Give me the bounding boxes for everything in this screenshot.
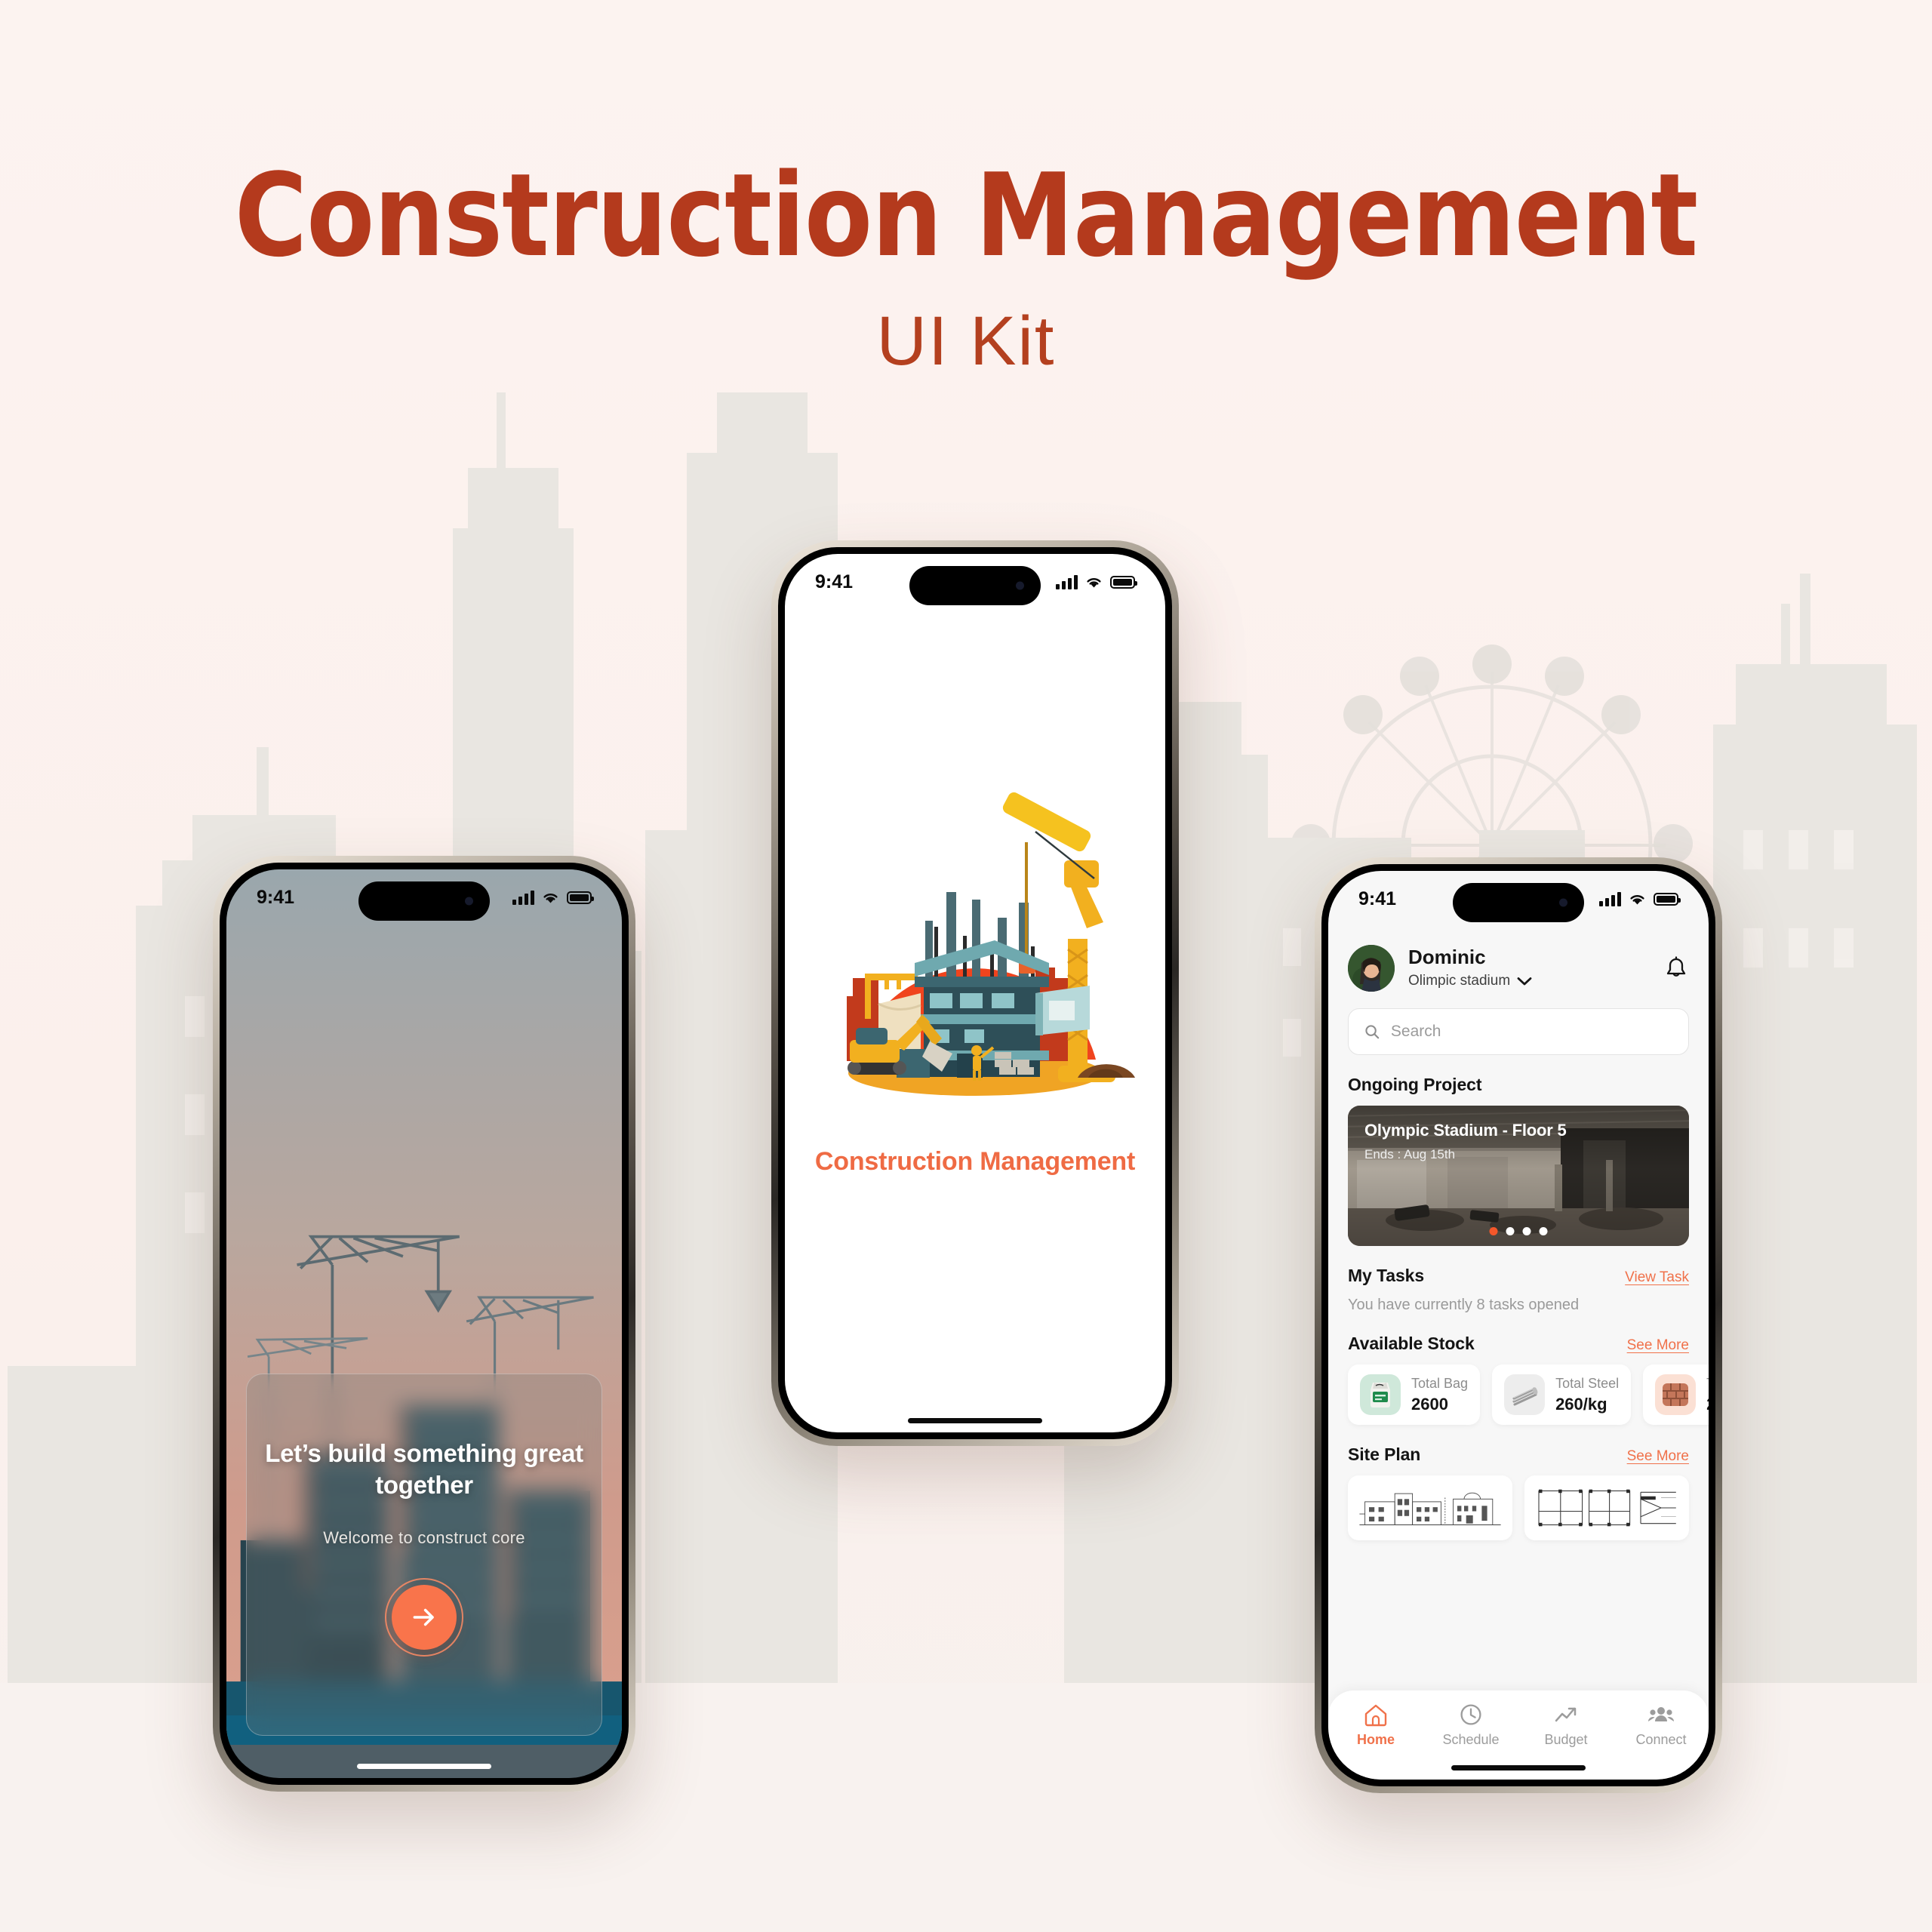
carousel-dot[interactable]: [1522, 1227, 1531, 1235]
home-indicator: [1451, 1765, 1586, 1770]
ongoing-project-header: Ongoing Project: [1348, 1075, 1689, 1095]
carousel-dots: [1489, 1227, 1548, 1235]
phone-onboarding: 9:41 Let’s build something great togethe…: [213, 856, 635, 1792]
home-screen: 9:41 Dominic Olimpic stadium Search Ongo…: [1328, 871, 1709, 1780]
elevation-blueprint-thumbnail: [1359, 1492, 1501, 1525]
user-header: Dominic Olimpic stadium: [1348, 936, 1689, 1007]
dynamic-island: [358, 881, 490, 921]
dynamic-island: [1453, 883, 1584, 922]
stock-card[interactable]: Total Bag 2600: [1348, 1364, 1481, 1425]
status-time: 9:41: [815, 571, 854, 592]
bell-icon: [1666, 956, 1686, 977]
avatar[interactable]: [1348, 945, 1395, 992]
cement-bag-icon: [1360, 1374, 1401, 1415]
tab-label: Home: [1356, 1732, 1395, 1747]
ongoing-project-title: Ongoing Project: [1348, 1075, 1482, 1094]
search-input[interactable]: [1390, 1023, 1673, 1041]
my-tasks-header: My Tasks View Task: [1348, 1266, 1689, 1286]
page-title: Construction Management: [234, 149, 1698, 282]
project-card-title: Olympic Stadium - Floor 5: [1364, 1121, 1567, 1140]
tab-connect[interactable]: Connect: [1614, 1703, 1709, 1748]
phone-home: 9:41 Dominic Olimpic stadium Search Ongo…: [1315, 857, 1722, 1793]
stock-label: Total Bag: [1411, 1376, 1469, 1392]
status-time: 9:41: [257, 886, 295, 908]
tab-schedule[interactable]: Schedule: [1423, 1703, 1518, 1748]
home-indicator: [908, 1418, 1042, 1423]
tab-home[interactable]: Home: [1328, 1703, 1423, 1748]
phone-splash: 9:41 Construction Management: [771, 540, 1179, 1446]
stock-label: Total Steel: [1555, 1376, 1620, 1392]
status-time: 9:41: [1358, 888, 1397, 909]
ongoing-project-card[interactable]: Olympic Stadium - Floor 5 Ends : Aug 15t…: [1348, 1106, 1689, 1246]
stock-value: 2600: [1411, 1394, 1448, 1414]
onboarding-subtitle: Welcome to construct core: [323, 1528, 525, 1548]
cellular-bars-icon: [1056, 574, 1078, 589]
site-plan-list: [1348, 1475, 1689, 1540]
onboarding-title: Let’s build something great together: [265, 1439, 583, 1500]
cellular-bars-icon: [512, 890, 534, 905]
battery-full-icon: [567, 891, 594, 904]
site-plan-title: Site Plan: [1348, 1444, 1421, 1464]
battery-full-icon: [1654, 892, 1681, 906]
battery-full-icon: [1110, 575, 1137, 589]
carousel-dot[interactable]: [1506, 1227, 1515, 1235]
site-plan-item[interactable]: [1348, 1475, 1512, 1540]
tab-label: Schedule: [1442, 1732, 1500, 1747]
available-stock-header: Available Stock See More: [1348, 1334, 1689, 1354]
view-task-link[interactable]: View Task: [1625, 1269, 1689, 1286]
wifi-icon: [1630, 894, 1644, 904]
carousel-dot[interactable]: [1489, 1227, 1498, 1235]
home-icon: [1364, 1704, 1387, 1727]
people-icon: [1648, 1707, 1674, 1721]
steel-rods-icon: [1504, 1374, 1546, 1415]
project-card-subtitle: Ends : Aug 15th: [1364, 1147, 1456, 1161]
notification-button[interactable]: [1663, 955, 1689, 981]
tab-label: Connect: [1635, 1732, 1687, 1747]
my-tasks-title: My Tasks: [1348, 1266, 1425, 1285]
search-bar[interactable]: [1348, 1008, 1689, 1055]
onboarding-card: Let’s build something great together Wel…: [246, 1374, 602, 1736]
user-project-selector[interactable]: Olimpic stadium: [1408, 972, 1532, 991]
tab-budget[interactable]: Budget: [1518, 1703, 1614, 1748]
cellular-bars-icon: [1599, 891, 1621, 906]
search-icon: [1365, 1025, 1380, 1039]
trending-up-icon: [1555, 1707, 1577, 1722]
chevron-down-icon: [1517, 977, 1532, 986]
home-indicator: [357, 1764, 491, 1769]
dynamic-island: [909, 566, 1041, 605]
stock-value: 260/kg: [1555, 1394, 1607, 1414]
available-stock-list: Total Bag 2600 Total Steel 260/kg: [1348, 1364, 1709, 1425]
splash-title: Construction Management: [814, 1146, 1136, 1176]
construction-site-illustration: [847, 792, 1135, 1096]
site-plan-see-more-link[interactable]: See More: [1627, 1448, 1689, 1465]
stock-card[interactable]: Total Steel 260/kg: [1492, 1364, 1632, 1425]
stock-card[interactable]: Total Brick 2600: [1643, 1364, 1709, 1425]
available-stock-title: Available Stock: [1348, 1334, 1475, 1353]
splash-screen: 9:41 Construction Management: [785, 554, 1165, 1432]
carousel-dot[interactable]: [1539, 1227, 1548, 1235]
stock-value: 2600: [1706, 1395, 1709, 1414]
site-plan-item[interactable]: [1524, 1475, 1689, 1540]
my-tasks-note: You have currently 8 tasks opened: [1348, 1297, 1580, 1313]
brick-icon: [1655, 1374, 1697, 1415]
floor-plan-blueprint-thumbnail: [1538, 1489, 1676, 1527]
user-project-label: Olimpic stadium: [1408, 973, 1511, 989]
onboarding-screen: 9:41 Let’s build something great togethe…: [226, 869, 622, 1778]
clock-icon: [1460, 1704, 1481, 1725]
next-button-ring: [385, 1578, 463, 1657]
hero-header: Construction Management UI Kit: [0, 0, 1932, 380]
wifi-icon: [1087, 577, 1101, 587]
tab-label: Budget: [1544, 1732, 1588, 1747]
stock-label: Total Brick: [1706, 1375, 1709, 1392]
page-subtitle: UI Kit: [876, 303, 1056, 380]
user-name: Dominic: [1408, 946, 1486, 969]
available-stock-see-more-link[interactable]: See More: [1627, 1337, 1689, 1354]
wifi-icon: [543, 893, 558, 903]
site-plan-header: Site Plan See More: [1348, 1444, 1689, 1465]
